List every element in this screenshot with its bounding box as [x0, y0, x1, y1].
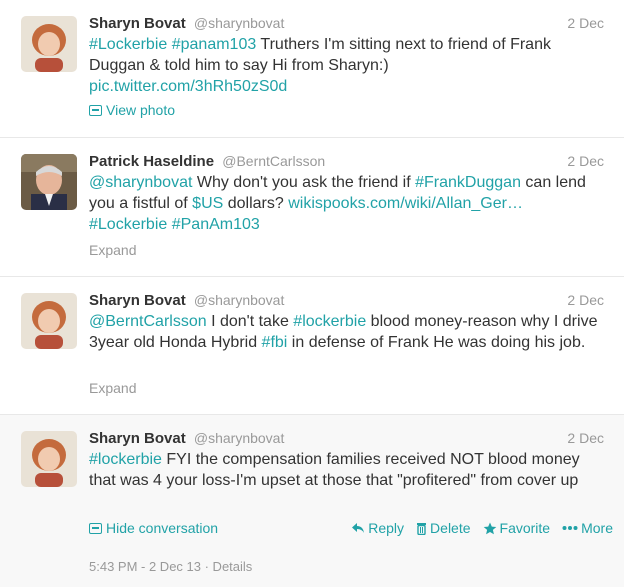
tweet[interactable]: Sharyn Bovat @sharynbovat 2 Dec @BerntCa… [0, 277, 624, 415]
reply-button[interactable]: Reply [351, 520, 404, 536]
hashtag-link[interactable]: #FrankDuggan [415, 174, 521, 191]
hide-conversation-label[interactable]: Hide conversation [106, 520, 218, 536]
favorite-button[interactable]: Favorite [483, 520, 551, 536]
timestamp[interactable]: 2 Dec [567, 150, 604, 172]
tweet-text: #lockerbie FYI the compensation families… [89, 449, 609, 491]
username[interactable]: @sharynbovat [194, 430, 284, 446]
reply-icon [352, 523, 365, 533]
hashtag-link[interactable]: #lockerbie [89, 451, 162, 468]
favorite-label[interactable]: Favorite [500, 520, 551, 536]
conversation-icon [89, 522, 102, 534]
expand-link[interactable]: Expand [89, 380, 136, 396]
mention-link[interactable]: @sharynbovat [89, 174, 192, 191]
avatar[interactable] [21, 154, 77, 210]
url-link[interactable]: wikispooks.com/wiki/Allan_Ger… [288, 195, 523, 212]
tweet-timestamp-details[interactable]: 5:43 PM - 2 Dec 13 · Details [89, 559, 252, 574]
fullname[interactable]: Sharyn Bovat [89, 292, 186, 309]
trash-icon [417, 522, 427, 535]
reply-label[interactable]: Reply [368, 520, 404, 536]
avatar[interactable] [21, 16, 77, 72]
hashtag-link[interactable]: #lockerbie [293, 313, 366, 330]
tweet-header: Sharyn Bovat @sharynbovat 2 Dec [89, 12, 614, 34]
fullname[interactable]: Sharyn Bovat [89, 430, 186, 447]
more-dots-icon [562, 526, 578, 530]
expand-link[interactable]: Expand [89, 242, 136, 258]
text-span: in defense of Frank He was doing his job… [287, 334, 586, 351]
tweet-header: Patrick Haseldine @BerntCarlsson 2 Dec [89, 150, 614, 172]
delete-label[interactable]: Delete [430, 520, 470, 536]
hide-conversation-button[interactable]: Hide conversation [89, 520, 218, 536]
tweet-text: @BerntCarlsson I don't take #lockerbie b… [89, 311, 609, 353]
tweet[interactable]: Patrick Haseldine @BerntCarlsson 2 Dec @… [0, 138, 624, 277]
view-photo-row[interactable]: View photo [89, 102, 175, 119]
timestamp[interactable]: 2 Dec [567, 427, 604, 449]
action-buttons: Reply Delete Favorite More [351, 520, 613, 536]
tweet-text: #Lockerbie #panam103 Truthers I'm sittin… [89, 34, 609, 97]
tweet-header: Sharyn Bovat @sharynbovat 2 Dec [89, 289, 614, 311]
star-icon [483, 522, 496, 534]
view-photo-label[interactable]: View photo [106, 102, 175, 118]
timeline: Sharyn Bovat @sharynbovat 2 Dec #Lockerb… [0, 0, 624, 587]
tweet[interactable]: Sharyn Bovat @sharynbovat 2 Dec #Lockerb… [0, 0, 624, 138]
more-label[interactable]: More [581, 520, 613, 536]
username[interactable]: @sharynbovat [194, 15, 284, 31]
more-button[interactable]: More [562, 520, 613, 536]
hashtag-link[interactable]: #Lockerbie [89, 216, 167, 233]
hashtag-link[interactable]: #PanAm103 [172, 216, 260, 233]
text-span: FYI the compensation families received N… [89, 451, 580, 489]
avatar[interactable] [21, 431, 77, 487]
tweet-text: @sharynbovat Why don't you ask the frien… [89, 172, 609, 235]
timestamp[interactable]: 2 Dec [567, 12, 604, 34]
fullname[interactable]: Patrick Haseldine [89, 153, 214, 170]
tweet-actions: Hide conversation Reply Delete Favorite … [89, 520, 619, 540]
hashtag-link[interactable]: #fbi [262, 334, 288, 351]
username[interactable]: @BerntCarlsson [222, 153, 325, 169]
cashtag-link[interactable]: $US [192, 195, 223, 212]
tweet-header: Sharyn Bovat @sharynbovat 2 Dec [89, 427, 614, 449]
mention-link[interactable]: @BerntCarlsson [89, 313, 207, 330]
timestamp[interactable]: 2 Dec [567, 289, 604, 311]
avatar[interactable] [21, 293, 77, 349]
hashtag-link[interactable]: #panam103 [172, 36, 257, 53]
fullname[interactable]: Sharyn Bovat [89, 15, 186, 32]
photo-icon [89, 104, 102, 116]
username[interactable]: @sharynbovat [194, 292, 284, 308]
tweet-expanded[interactable]: Sharyn Bovat @sharynbovat 2 Dec #lockerb… [0, 415, 624, 587]
hashtag-link[interactable]: #Lockerbie [89, 36, 167, 53]
delete-button[interactable]: Delete [416, 520, 471, 536]
text-span: I don't take [206, 313, 294, 330]
photo-link[interactable]: pic.twitter.com/3hRh50zS0d [89, 78, 287, 95]
text-span: Why don't you ask the friend if [192, 174, 416, 191]
text-span: dollars? [223, 195, 289, 212]
